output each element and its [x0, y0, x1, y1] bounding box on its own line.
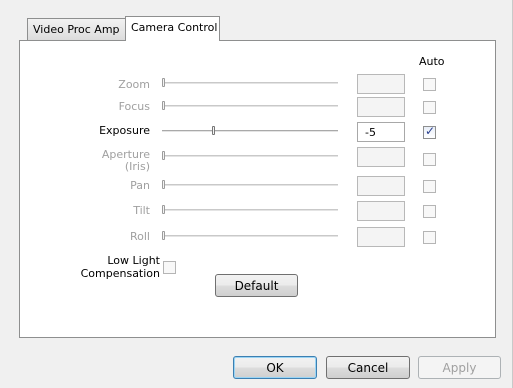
- tab-video-proc-amp[interactable]: Video Proc Amp: [27, 18, 126, 40]
- focus-label: Focus: [118, 100, 150, 113]
- tilt-slider[interactable]: [162, 205, 338, 214]
- exposure-label: Exposure: [99, 124, 150, 137]
- tilt-auto-checkbox[interactable]: [423, 205, 436, 218]
- roll-slider[interactable]: [162, 231, 338, 240]
- low-light-compensation-checkbox[interactable]: [163, 261, 176, 274]
- roll-auto-checkbox[interactable]: [423, 231, 436, 244]
- slider-thumb[interactable]: [162, 231, 165, 240]
- slider-thumb[interactable]: [162, 151, 165, 160]
- focus-auto-checkbox[interactable]: [423, 101, 436, 114]
- slider-thumb[interactable]: [162, 101, 165, 110]
- slider-thumb[interactable]: [162, 205, 165, 214]
- tilt-value-field[interactable]: [357, 201, 405, 221]
- pan-label: Pan: [130, 179, 150, 192]
- camera-properties-dialog: Video Proc Amp Camera Control Auto Zoom …: [0, 0, 513, 388]
- tilt-label: Tilt: [133, 204, 150, 217]
- roll-label: Roll: [130, 230, 150, 243]
- exposure-slider[interactable]: [162, 126, 338, 135]
- slider-thumb[interactable]: [162, 180, 165, 189]
- zoom-auto-checkbox[interactable]: [423, 78, 436, 91]
- focus-value-field[interactable]: [357, 97, 405, 117]
- pan-value-field[interactable]: [357, 176, 405, 196]
- low-light-compensation-label: Low Light Compensation: [60, 254, 160, 280]
- aperture-value-field[interactable]: [357, 147, 405, 167]
- default-button[interactable]: Default: [215, 274, 298, 297]
- exposure-auto-checkbox[interactable]: ✓: [423, 124, 436, 139]
- slider-thumb[interactable]: [212, 126, 215, 135]
- cancel-button[interactable]: Cancel: [326, 356, 410, 379]
- slider-thumb[interactable]: [162, 78, 165, 87]
- focus-slider[interactable]: [162, 101, 338, 110]
- low-light-label-line1: Low Light: [107, 254, 160, 267]
- checkmark-icon: ✓: [425, 124, 436, 138]
- zoom-slider[interactable]: [162, 78, 338, 87]
- aperture-auto-checkbox[interactable]: [423, 153, 436, 166]
- low-light-label-line2: Compensation: [80, 267, 160, 280]
- pan-auto-checkbox[interactable]: [423, 180, 436, 193]
- camera-control-panel: Auto Zoom Focus Exposure -5 ✓ Aperture (…: [19, 40, 496, 338]
- roll-value-field[interactable]: [357, 227, 405, 247]
- aperture-label: Aperture (Iris): [101, 148, 150, 173]
- exposure-value-field[interactable]: -5: [357, 122, 405, 142]
- pan-slider[interactable]: [162, 180, 338, 189]
- aperture-slider[interactable]: [162, 151, 338, 160]
- zoom-value-field[interactable]: [357, 74, 405, 94]
- auto-column-header: Auto: [419, 55, 445, 68]
- ok-button[interactable]: OK: [233, 356, 317, 379]
- apply-button[interactable]: Apply: [418, 356, 501, 379]
- tab-camera-control[interactable]: Camera Control: [125, 16, 220, 41]
- zoom-label: Zoom: [118, 78, 150, 91]
